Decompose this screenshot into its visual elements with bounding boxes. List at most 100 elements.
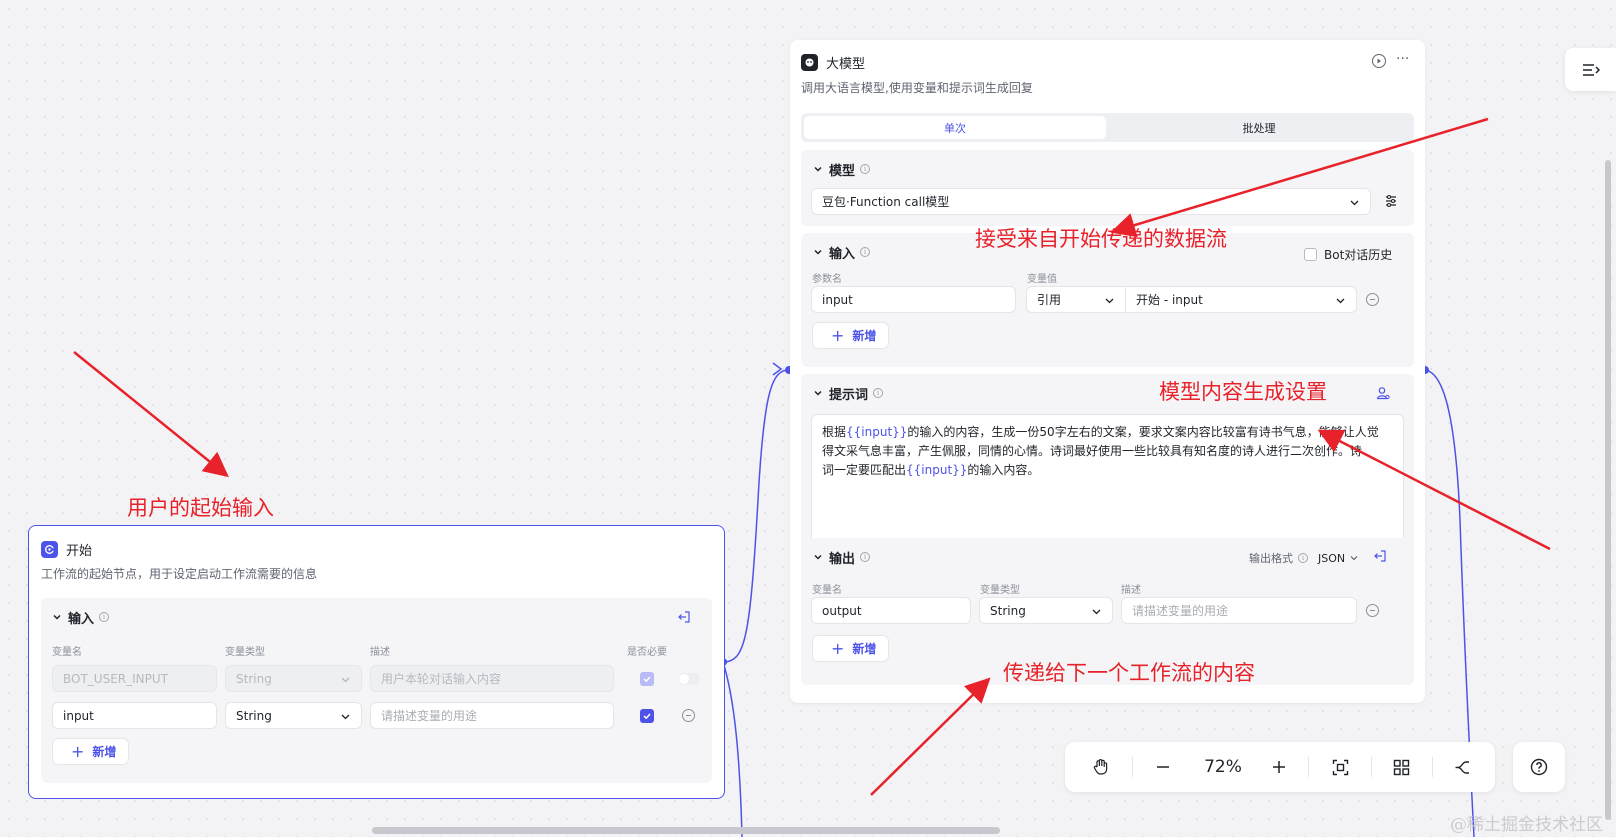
info-icon: i [860,164,871,174]
prompt-line-2: 得文采气息丰富，产生佩服，同情的心情。诗词最好使用一些比较具有知名度的诗人进行二… [822,442,1393,461]
col-var-value: 变量值 [1027,274,1057,285]
plus-icon [1273,761,1285,773]
output-name-input[interactable]: output [811,597,971,624]
prompt-line-1: 根据{{input}}的输入的内容，生成一份50字左右的文案，要求文案内容比较富… [822,423,1393,442]
var-name-input[interactable]: input [52,702,217,729]
toolbar-divider [1132,757,1133,777]
info-icon: i [873,388,884,398]
toolbar-divider [1371,757,1372,777]
output-desc-placeholder: 请描述变量的用途 [1132,604,1229,618]
hand-icon [1093,759,1108,775]
annotation-pass-next: 传递给下一个工作流的内容 [1003,661,1255,685]
add-input-button[interactable]: + 新增 [812,322,890,349]
info-icon: i [860,552,871,562]
prompt-text: 根据 [822,425,847,439]
ref-value-value: 开始 - input [1136,293,1203,307]
bot-history-label: Bot对话历史 [1324,248,1393,262]
chevron-down-icon[interactable] [813,552,823,562]
tab-single[interactable]: 单次 [804,116,1106,139]
more-icon[interactable]: ··· [1396,51,1409,67]
remove-param-icon[interactable] [1366,293,1379,306]
var-type-value: String [236,671,272,686]
llm-node-description: 调用大语言模型,使用变量和提示词生成回复 [801,81,1033,95]
output-format[interactable]: 输出格式 i JSON [1249,550,1359,566]
start-node[interactable]: 开始 工作流的起始节点，用于设定启动工作流需要的信息 输入 i 变量名 变量类型… [28,525,725,799]
output-name-value: output [822,603,862,618]
chevron-down-icon [341,714,350,720]
model-select[interactable]: 豆包·Function call模型 [811,188,1371,215]
start-node-description: 工作流的起始节点，用于设定启动工作流需要的信息 [41,567,318,581]
zoom-level[interactable]: 72% [1193,757,1253,777]
prompt-text: 得文采气息丰富，产生佩服，同情的心情。诗词最好使用一些比较具有知名度的诗人进行二… [822,444,1363,458]
chevron-down-icon [1336,298,1345,304]
run-icon[interactable] [1372,54,1386,68]
prompt-title: 提示词 [829,387,869,403]
remove-output-icon[interactable] [1366,604,1379,617]
prompt-variable: {{input}} [846,425,908,439]
chevron-down-icon[interactable] [813,164,823,174]
llm-node-title: 大模型 [826,56,866,72]
side-panel-button[interactable] [1565,48,1616,91]
chevron-down-icon[interactable] [52,612,62,622]
ref-type-value: 引用 [1037,293,1062,307]
info-icon: i [860,247,871,257]
start-export-icon[interactable] [677,610,691,624]
remove-var-icon[interactable] [682,709,695,722]
ref-type-select[interactable]: 引用 [1026,286,1126,313]
output-format-label: 输出格式 [1249,552,1293,565]
vertical-scrollbar[interactable] [1605,160,1611,820]
prompt-line-3: 词一定要匹配出{{input}}的输入内容。 [822,461,1393,480]
add-output-button[interactable]: + 新增 [812,635,890,662]
horizontal-scrollbar[interactable] [372,827,1000,834]
var-desc-input: 用户本轮对话输入内容 [370,665,614,692]
model-settings-icon[interactable] [1384,194,1398,208]
llm-input-title: 输入 [829,246,856,262]
add-input-label: 新增 [852,329,877,343]
tab-batch[interactable]: 批处理 [1107,116,1411,139]
col-var-name: 变量名 [812,585,842,596]
var-desc-input[interactable]: 请描述变量的用途 [370,702,614,729]
chevron-down-icon[interactable] [813,388,823,398]
bot-history-toggle[interactable]: Bot对话历史 [1304,246,1392,263]
hand-tool-button[interactable] [1089,755,1113,779]
start-icon [41,540,58,558]
col-var-type: 变量类型 [980,585,1020,596]
model-section-title: 模型 [829,163,856,179]
chevron-down-icon [1350,556,1358,561]
bot-history-checkbox[interactable] [1304,248,1317,261]
prompt-text: 的输入的内容，生成一份50字左右的文案，要求文案内容比较富有诗书气息，能够让人觉 [907,425,1379,439]
info-icon: i [1298,553,1308,563]
add-start-input-button[interactable]: + 新增 [52,738,130,765]
param-name-input[interactable]: input [811,286,1016,313]
line-style-button[interactable] [1450,755,1474,779]
help-button[interactable] [1513,742,1565,792]
output-desc-input[interactable]: 请描述变量的用途 [1121,597,1357,624]
required-checkbox[interactable] [640,709,654,723]
zoom-out-button[interactable] [1151,755,1175,779]
start-input-title: 输入 [68,611,95,627]
llm-node[interactable]: 大模型 ··· 调用大语言模型,使用变量和提示词生成回复 单次 批处理 模型 i… [790,40,1425,703]
help-icon [1530,758,1548,776]
prompt-user-icon[interactable] [1376,386,1390,400]
start-input-section: 输入 i 变量名 变量类型 描述 是否必要 BOT_USER_INPUT Str… [41,598,712,783]
var-type-select[interactable]: String [225,702,362,729]
fit-view-button[interactable] [1328,755,1352,779]
output-export-icon[interactable] [1373,549,1387,563]
ref-value-select[interactable]: 开始 - input [1125,286,1357,313]
param-name-value: input [822,292,853,307]
llm-icon [801,53,818,71]
grid-layout-icon [1393,759,1409,775]
llm-input-section: 输入 i Bot对话历史 参数名 变量值 input 引用 开始 - input… [801,233,1414,367]
prompt-variable: {{input}} [906,463,968,477]
output-type-select[interactable]: String [979,597,1113,624]
chevron-down-icon[interactable] [813,247,823,257]
col-desc: 描述 [370,647,390,658]
col-var-type: 变量类型 [225,647,265,658]
chevron-down-icon [341,677,350,683]
model-select-value: 豆包·Function call模型 [822,195,950,209]
mode-tabs: 单次 批处理 [801,113,1414,142]
annotation-receive: 接受来自开始传递的数据流 [975,227,1227,251]
zoom-in-button[interactable] [1267,755,1291,779]
layout-button[interactable] [1389,755,1413,779]
prompt-text: 的输入内容。 [967,463,1040,477]
